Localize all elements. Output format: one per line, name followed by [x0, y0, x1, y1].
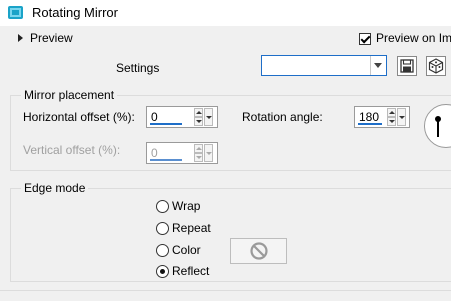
divider [0, 290, 451, 291]
expand-arrow-icon[interactable] [18, 34, 23, 42]
slider-dropdown-icon[interactable] [397, 108, 406, 126]
slider-dropdown-icon[interactable] [204, 108, 213, 126]
edge-mode-color-radio[interactable] [156, 244, 169, 257]
edge-mode-group [10, 188, 451, 282]
edge-mode-reflect-radio[interactable] [156, 265, 169, 278]
edge-mode-repeat-radio[interactable] [156, 222, 169, 235]
chevron-down-icon[interactable] [370, 56, 386, 75]
edge-mode-wrap-label[interactable]: Wrap [172, 199, 200, 213]
angle-dial-icon [435, 116, 441, 137]
rotation-angle-input[interactable]: 180 [354, 106, 410, 128]
app-icon [8, 6, 23, 19]
spin-down-icon[interactable] [194, 117, 203, 126]
edge-mode-color-label[interactable]: Color [172, 243, 201, 257]
spin-buttons [194, 108, 214, 126]
preview-on-image-label[interactable]: Preview on Ima [376, 31, 451, 45]
horizontal-offset-label: Horizontal offset (%): [23, 110, 135, 124]
settings-label: Settings [116, 61, 160, 75]
spin-up-icon[interactable] [387, 108, 396, 117]
spin-down-icon[interactable] [387, 117, 396, 126]
vertical-offset-input: 0 [146, 142, 218, 164]
spin-down-icon [194, 153, 203, 162]
settings-preset-select[interactable] [261, 55, 387, 76]
preview-toggle-label[interactable]: Preview [30, 31, 73, 45]
horizontal-offset-value: 0 [151, 110, 158, 124]
field-underline [358, 123, 382, 125]
edge-mode-title: Edge mode [21, 181, 89, 195]
random-icon [428, 58, 444, 74]
slider-dropdown-icon [204, 144, 213, 162]
no-color-icon [250, 242, 268, 260]
field-underline [150, 159, 182, 161]
window-title: Rotating Mirror [32, 5, 118, 20]
vertical-offset-label: Vertical offset (%): [23, 143, 121, 157]
edge-mode-repeat-label[interactable]: Repeat [172, 221, 211, 235]
preview-on-image-checkbox[interactable] [359, 33, 371, 45]
rotation-angle-value: 180 [359, 110, 380, 124]
spin-buttons [387, 108, 407, 126]
rotation-angle-dial[interactable] [424, 104, 451, 148]
horizontal-offset-input[interactable]: 0 [146, 106, 218, 128]
spin-buttons [194, 144, 214, 162]
edge-color-swatch[interactable] [230, 238, 287, 264]
rotation-angle-label: Rotation angle: [242, 110, 323, 124]
field-underline [150, 123, 182, 125]
edge-mode-wrap-radio[interactable] [156, 200, 169, 213]
edge-mode-reflect-label[interactable]: Reflect [172, 264, 209, 278]
save-icon [400, 59, 414, 73]
save-preset-button[interactable] [397, 56, 417, 76]
mirror-placement-title: Mirror placement [21, 88, 118, 102]
spin-up-icon [194, 144, 203, 153]
vertical-offset-value: 0 [151, 146, 158, 160]
randomize-button[interactable] [426, 56, 446, 76]
spin-up-icon[interactable] [194, 108, 203, 117]
